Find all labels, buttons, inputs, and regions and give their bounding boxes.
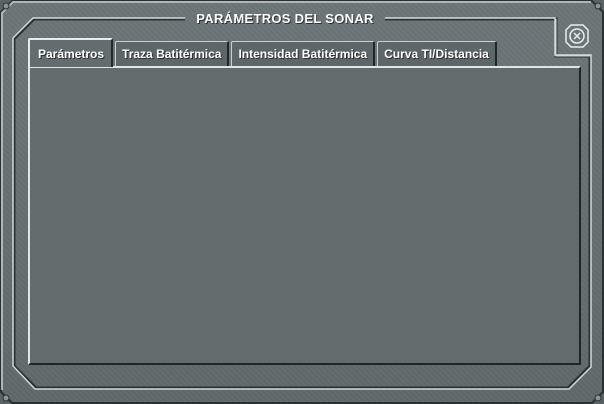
tab-parametros[interactable]: Parámetros	[28, 38, 114, 67]
tab-traza-batitermica[interactable]: Traza Batitérmica	[115, 41, 230, 67]
tab-content-panel	[28, 66, 581, 365]
tab-curva-ti-distancia[interactable]: Curva TI/Distancia	[377, 41, 497, 67]
close-icon	[565, 24, 589, 48]
close-button[interactable]	[565, 24, 589, 48]
tab-bar: Parámetros Traza Batitérmica Intensidad …	[28, 38, 499, 67]
window-title: PARÁMETROS DEL SONAR	[196, 11, 374, 26]
tab-intensidad-batitermica[interactable]: Intensidad Batitérmica	[231, 41, 376, 67]
